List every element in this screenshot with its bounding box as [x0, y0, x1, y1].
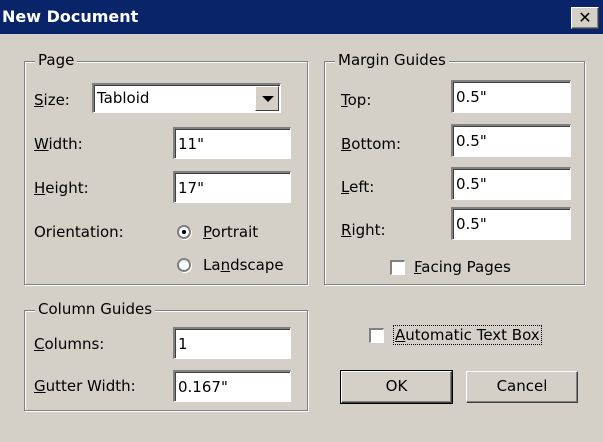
close-icon: ✕: [578, 8, 592, 27]
automatic-text-box-label[interactable]: Automatic Text Box: [393, 325, 542, 345]
automatic-text-box-checkbox[interactable]: [369, 328, 384, 343]
left-label: Left:: [341, 178, 375, 196]
size-select-value: Tabloid: [97, 89, 150, 107]
size-select[interactable]: Tabloid: [92, 83, 281, 113]
right-field[interactable]: [451, 207, 571, 240]
margin-guides-legend: Margin Guides: [335, 51, 449, 69]
height-label: Height:: [34, 179, 89, 197]
bottom-label: Bottom:: [341, 135, 402, 153]
landscape-label[interactable]: Landscape: [203, 256, 284, 274]
top-field[interactable]: [451, 80, 571, 113]
width-field[interactable]: [173, 127, 291, 159]
gutter-width-field[interactable]: [173, 370, 291, 402]
columns-label: Columns:: [34, 335, 105, 353]
left-field[interactable]: [451, 167, 571, 200]
gutter-width-label: Gutter Width:: [34, 377, 136, 395]
ok-button[interactable]: OK: [340, 370, 453, 404]
window-title: New Document: [2, 7, 139, 26]
margin-guides-group: Margin Guides Top: Bottom: Left: Right: …: [324, 51, 585, 285]
cancel-button[interactable]: Cancel: [466, 371, 578, 403]
bottom-field[interactable]: [451, 124, 571, 157]
columns-field[interactable]: [173, 327, 291, 359]
column-guides-group: Column Guides Columns: Gutter Width:: [24, 300, 308, 411]
width-label: Width:: [34, 135, 83, 153]
height-field[interactable]: [173, 171, 291, 203]
column-guides-legend: Column Guides: [35, 300, 156, 318]
close-button[interactable]: ✕: [571, 7, 599, 29]
landscape-radio[interactable]: [177, 258, 191, 272]
cancel-button-label: Cancel: [496, 377, 548, 395]
page-group-legend: Page: [35, 51, 78, 69]
facing-pages-label[interactable]: Facing Pages: [414, 258, 511, 276]
orientation-label: Orientation:: [34, 223, 124, 241]
chevron-down-icon[interactable]: [255, 86, 279, 111]
top-label: Top:: [341, 91, 372, 109]
page-group: Page Size: Tabloid Width: Height: Orient…: [24, 51, 308, 285]
title-bar: New Document ✕: [0, 0, 603, 34]
portrait-radio[interactable]: [177, 225, 191, 239]
size-label: Size:: [34, 91, 70, 109]
ok-button-label: OK: [385, 377, 408, 395]
right-label: Right:: [341, 221, 386, 239]
facing-pages-checkbox[interactable]: [390, 260, 405, 275]
portrait-label[interactable]: Portrait: [203, 223, 258, 241]
